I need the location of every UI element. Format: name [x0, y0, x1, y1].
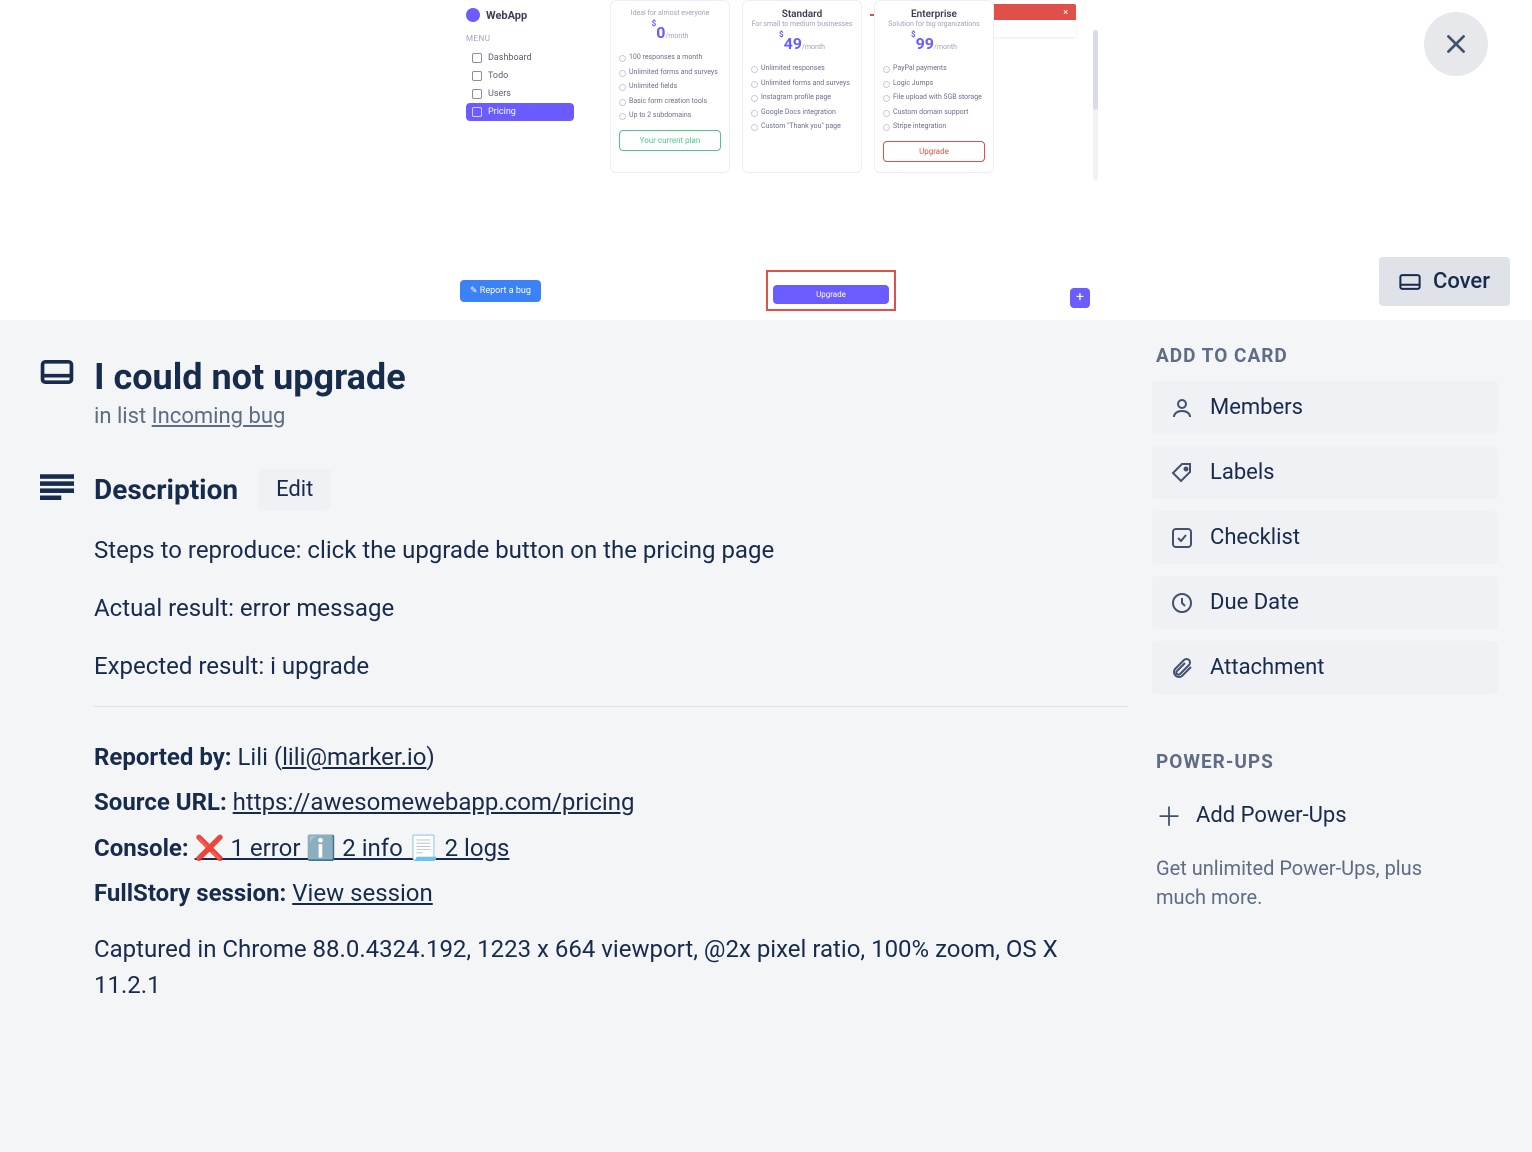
- cover-error-close-icon: ×: [1063, 8, 1068, 18]
- add-powerups-button[interactable]: ＋ Add Power-Ups: [1152, 787, 1498, 844]
- divider: [94, 706, 1128, 707]
- attachment-icon: [1170, 656, 1194, 680]
- edit-description-button[interactable]: Edit: [258, 469, 331, 510]
- cover-nav-todo: Todo: [466, 67, 574, 85]
- bug-meta: Reported by: Lili (lili@marker.io) Sourc…: [94, 735, 1128, 917]
- cover-button[interactable]: Cover: [1379, 257, 1510, 306]
- desc-steps: Steps to reproduce: click the upgrade bu…: [94, 532, 1128, 568]
- card-title[interactable]: I could not upgrade: [94, 358, 406, 398]
- labels-button[interactable]: Labels: [1152, 446, 1498, 499]
- cover-nav-dashboard: Dashboard: [466, 49, 574, 67]
- card-list-location: in list Incoming bug: [94, 404, 1128, 429]
- labels-icon: [1170, 461, 1194, 485]
- cover-plan-enterprise: Enterprise Solution for big organization…: [874, 0, 994, 173]
- checklist-icon: [1170, 526, 1194, 550]
- cover-app-logo: WebApp: [466, 8, 574, 22]
- desc-actual: Actual result: error message: [94, 590, 1128, 626]
- due-date-button[interactable]: Due Date: [1152, 576, 1498, 629]
- description-content[interactable]: Steps to reproduce: click the upgrade bu…: [94, 532, 1128, 684]
- powerups-heading: POWER-UPS: [1156, 750, 1498, 773]
- clock-icon: [1170, 591, 1194, 615]
- card-cover: WebApp MENU Dashboard Todo Users Pricing…: [0, 0, 1532, 320]
- plus-icon: ＋: [1156, 797, 1180, 834]
- cover-nav-pricing: Pricing: [466, 103, 574, 121]
- fullstory-link[interactable]: View session: [292, 879, 433, 907]
- checklist-label: Checklist: [1210, 525, 1300, 550]
- cover-plan-standard: Standard For small to medium businesses …: [742, 0, 862, 173]
- cover-button-label: Cover: [1433, 269, 1490, 294]
- cover-fab-icon: +: [1070, 288, 1090, 308]
- close-icon: [1443, 31, 1469, 57]
- add-powerups-label: Add Power-Ups: [1196, 803, 1347, 828]
- cover-menu-label: MENU: [466, 34, 574, 43]
- meta-capture-env: Captured in Chrome 88.0.4324.192, 1223 x…: [94, 931, 1074, 1003]
- desc-expected: Expected result: i upgrade: [94, 648, 1128, 684]
- cover-app-name: WebApp: [486, 9, 527, 22]
- powerups-note: Get unlimited Power-Ups, plus much more.: [1156, 854, 1456, 912]
- cover-screenshot: WebApp MENU Dashboard Todo Users Pricing…: [460, 0, 1100, 320]
- labels-label: Labels: [1210, 460, 1275, 485]
- description-heading: Description: [94, 473, 238, 506]
- members-button[interactable]: Members: [1152, 381, 1498, 434]
- cover-plan-basic: Ideal for almost everyone $0/month 100 r…: [610, 0, 730, 173]
- attachment-button[interactable]: Attachment: [1152, 641, 1498, 694]
- add-to-card-heading: ADD TO CARD: [1156, 344, 1498, 367]
- cover-screenshot-sidebar: WebApp MENU Dashboard Todo Users Pricing: [460, 0, 580, 129]
- meta-reported-by: Reported by: Lili (lili@marker.io): [94, 735, 1128, 781]
- description-icon: [40, 474, 74, 504]
- due-date-label: Due Date: [1210, 590, 1299, 615]
- cover-nav-users: Users: [466, 85, 574, 103]
- console-link[interactable]: ❌ 1 error ℹ️ 2 info 📃 2 logs: [195, 834, 510, 862]
- checklist-button[interactable]: Checklist: [1152, 511, 1498, 564]
- close-button[interactable]: [1424, 12, 1488, 76]
- card-icon: [40, 358, 74, 390]
- meta-fullstory: FullStory session: View session: [94, 871, 1128, 917]
- cover-pricing-area: Error× Could not upgrade plan. Ideal for…: [600, 0, 1100, 320]
- cover-annotation-box: Upgrade: [766, 270, 896, 311]
- cover-report-bug-button: Report a bug: [460, 280, 541, 302]
- attachment-label: Attachment: [1210, 655, 1324, 680]
- members-icon: [1170, 396, 1194, 420]
- cover-logo-icon: [466, 8, 480, 22]
- list-name-link[interactable]: Incoming bug: [152, 404, 286, 429]
- meta-source-url: Source URL: https://awesomewebapp.com/pr…: [94, 780, 1128, 826]
- source-url-link[interactable]: https://awesomewebapp.com/pricing: [233, 788, 635, 816]
- reporter-email-link[interactable]: lili@marker.io: [282, 743, 426, 771]
- meta-console: Console: ❌ 1 error ℹ️ 2 info 📃 2 logs: [94, 826, 1128, 872]
- cover-icon: [1399, 273, 1421, 291]
- members-label: Members: [1210, 395, 1303, 420]
